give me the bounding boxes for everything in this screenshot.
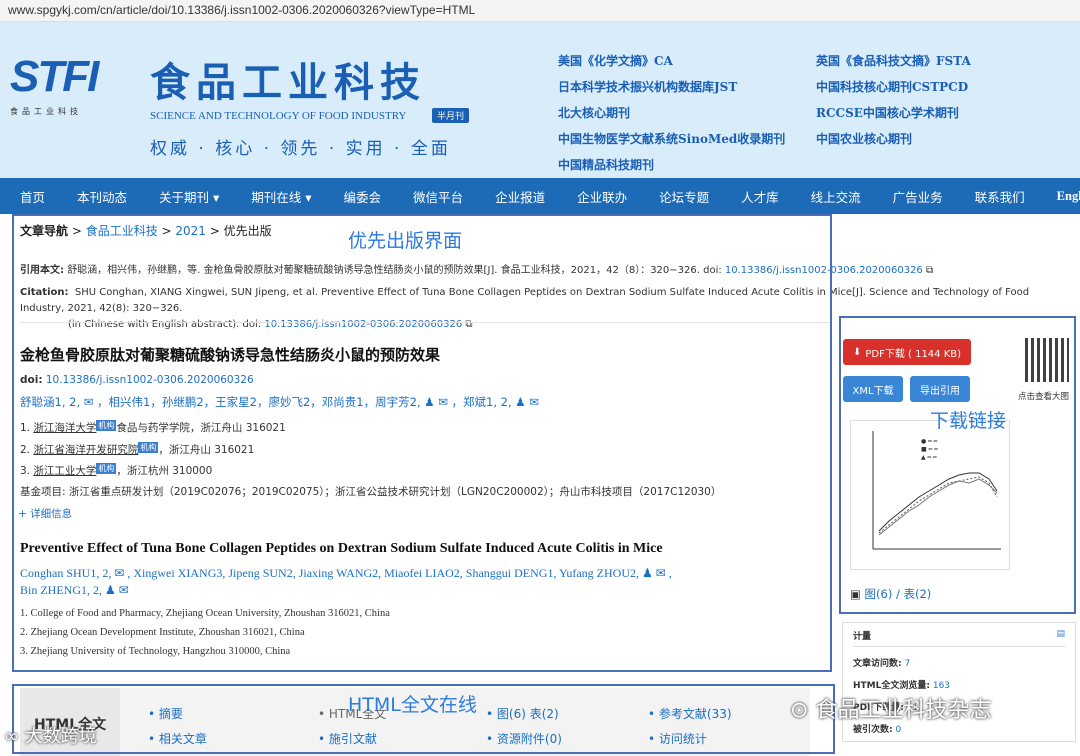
annotation-label-html: HTML全文在线: [348, 694, 477, 716]
nav-contact[interactable]: 联系我们: [975, 187, 1025, 206]
watermark-text: 大数跨境: [24, 726, 97, 747]
metrics-title: 计量: [853, 632, 872, 642]
metric-row: HTML全文浏览量: 163: [853, 678, 1065, 691]
metric-row: 文章访问数: 7: [853, 656, 1065, 669]
nav-about[interactable]: 关于期刊 ▾: [159, 187, 219, 206]
metric-key: 被引次数:: [853, 725, 893, 735]
metric-key: HTML全文浏览量:: [853, 681, 930, 691]
document-icon[interactable]: ▤: [1056, 629, 1065, 639]
site-header: STFI 食品工业科技 食品工业科技 SCIENCE AND TECHNOLOG…: [0, 22, 1080, 178]
address-bar[interactable]: www.spgykj.com/cn/article/doi/10.13386/j…: [0, 0, 1080, 22]
main-nav: 首页 本刊动态 关于期刊 ▾ 期刊在线 ▾ 编委会 微信平台 企业报道 企业联办…: [0, 178, 1080, 214]
nav-home[interactable]: 首页: [20, 187, 45, 206]
metrics-panel: 计量 ▤ 文章访问数: 7 HTML全文浏览量: 163 PDF下载量: 11 被…: [842, 622, 1076, 742]
annotation-label-priority: 优先出版界面: [348, 230, 463, 252]
index-item: 中国农业核心期刊: [816, 132, 913, 146]
annotation-box-download: [839, 316, 1076, 614]
nav-talent[interactable]: 人才库: [741, 187, 779, 206]
journal-english-title: SCIENCE AND TECHNOLOGY OF FOOD INDUSTRY: [150, 110, 407, 122]
metric-value: 0: [895, 725, 902, 735]
watermark-text: 食品工业科技杂志: [815, 698, 992, 723]
wechat-icon: ⊙: [790, 698, 809, 723]
index-item: 中国生物医学文献系统SinoMed收录期刊: [558, 132, 786, 146]
index-item: RCCSE中国核心学术期刊: [816, 106, 959, 120]
journal-slogan: 权威 · 核心 · 领先 · 实用 · 全面: [150, 139, 451, 159]
index-item: 中国精品科技期刊: [558, 158, 655, 172]
annotation-label-download: 下载链接: [930, 410, 1007, 432]
index-item: 日本科学技术振兴机构数据库JST: [558, 80, 738, 94]
index-item: 英国《食品科技文摘》FSTA: [816, 54, 971, 68]
journal-logo[interactable]: STFI 食品工业科技: [10, 52, 130, 147]
watermark-brand: ∞ 大数跨境: [4, 722, 97, 748]
logo-mark: STFI: [10, 52, 99, 101]
watermark-wechat: ⊙ 食品工业科技杂志: [790, 692, 991, 724]
nav-news[interactable]: 本刊动态: [77, 187, 127, 206]
metric-value: 163: [932, 681, 951, 691]
frequency-badge: 半月刊: [432, 108, 470, 123]
copy-icon[interactable]: ⧉: [926, 265, 933, 276]
nav-online[interactable]: 期刊在线 ▾: [251, 187, 311, 206]
index-item: 美国《化学文摘》CA: [558, 54, 673, 68]
nav-forum[interactable]: 论坛专题: [659, 187, 709, 206]
brand-icon: ∞: [4, 726, 19, 747]
nav-ads[interactable]: 广告业务: [893, 187, 943, 206]
metric-key: 文章访问数:: [853, 659, 902, 669]
logo-subtitle: 食品工业科技: [10, 107, 82, 116]
index-item: 北大核心期刊: [558, 106, 631, 120]
journal-title: 食品工业科技: [150, 59, 426, 106]
nav-editorial-board[interactable]: 编委会: [344, 187, 382, 206]
nav-online-exchange[interactable]: 线上交流: [811, 187, 861, 206]
nav-enterprise-report[interactable]: 企业报道: [495, 187, 545, 206]
index-item: 中国科技核心期刊CSTPCD: [816, 80, 969, 94]
nav-wechat[interactable]: 微信平台: [413, 187, 463, 206]
annotation-box-priority: [12, 214, 832, 672]
nav-english[interactable]: English: [1057, 189, 1080, 204]
nav-joint[interactable]: 企业联办: [577, 187, 627, 206]
metric-value: 7: [904, 659, 911, 669]
